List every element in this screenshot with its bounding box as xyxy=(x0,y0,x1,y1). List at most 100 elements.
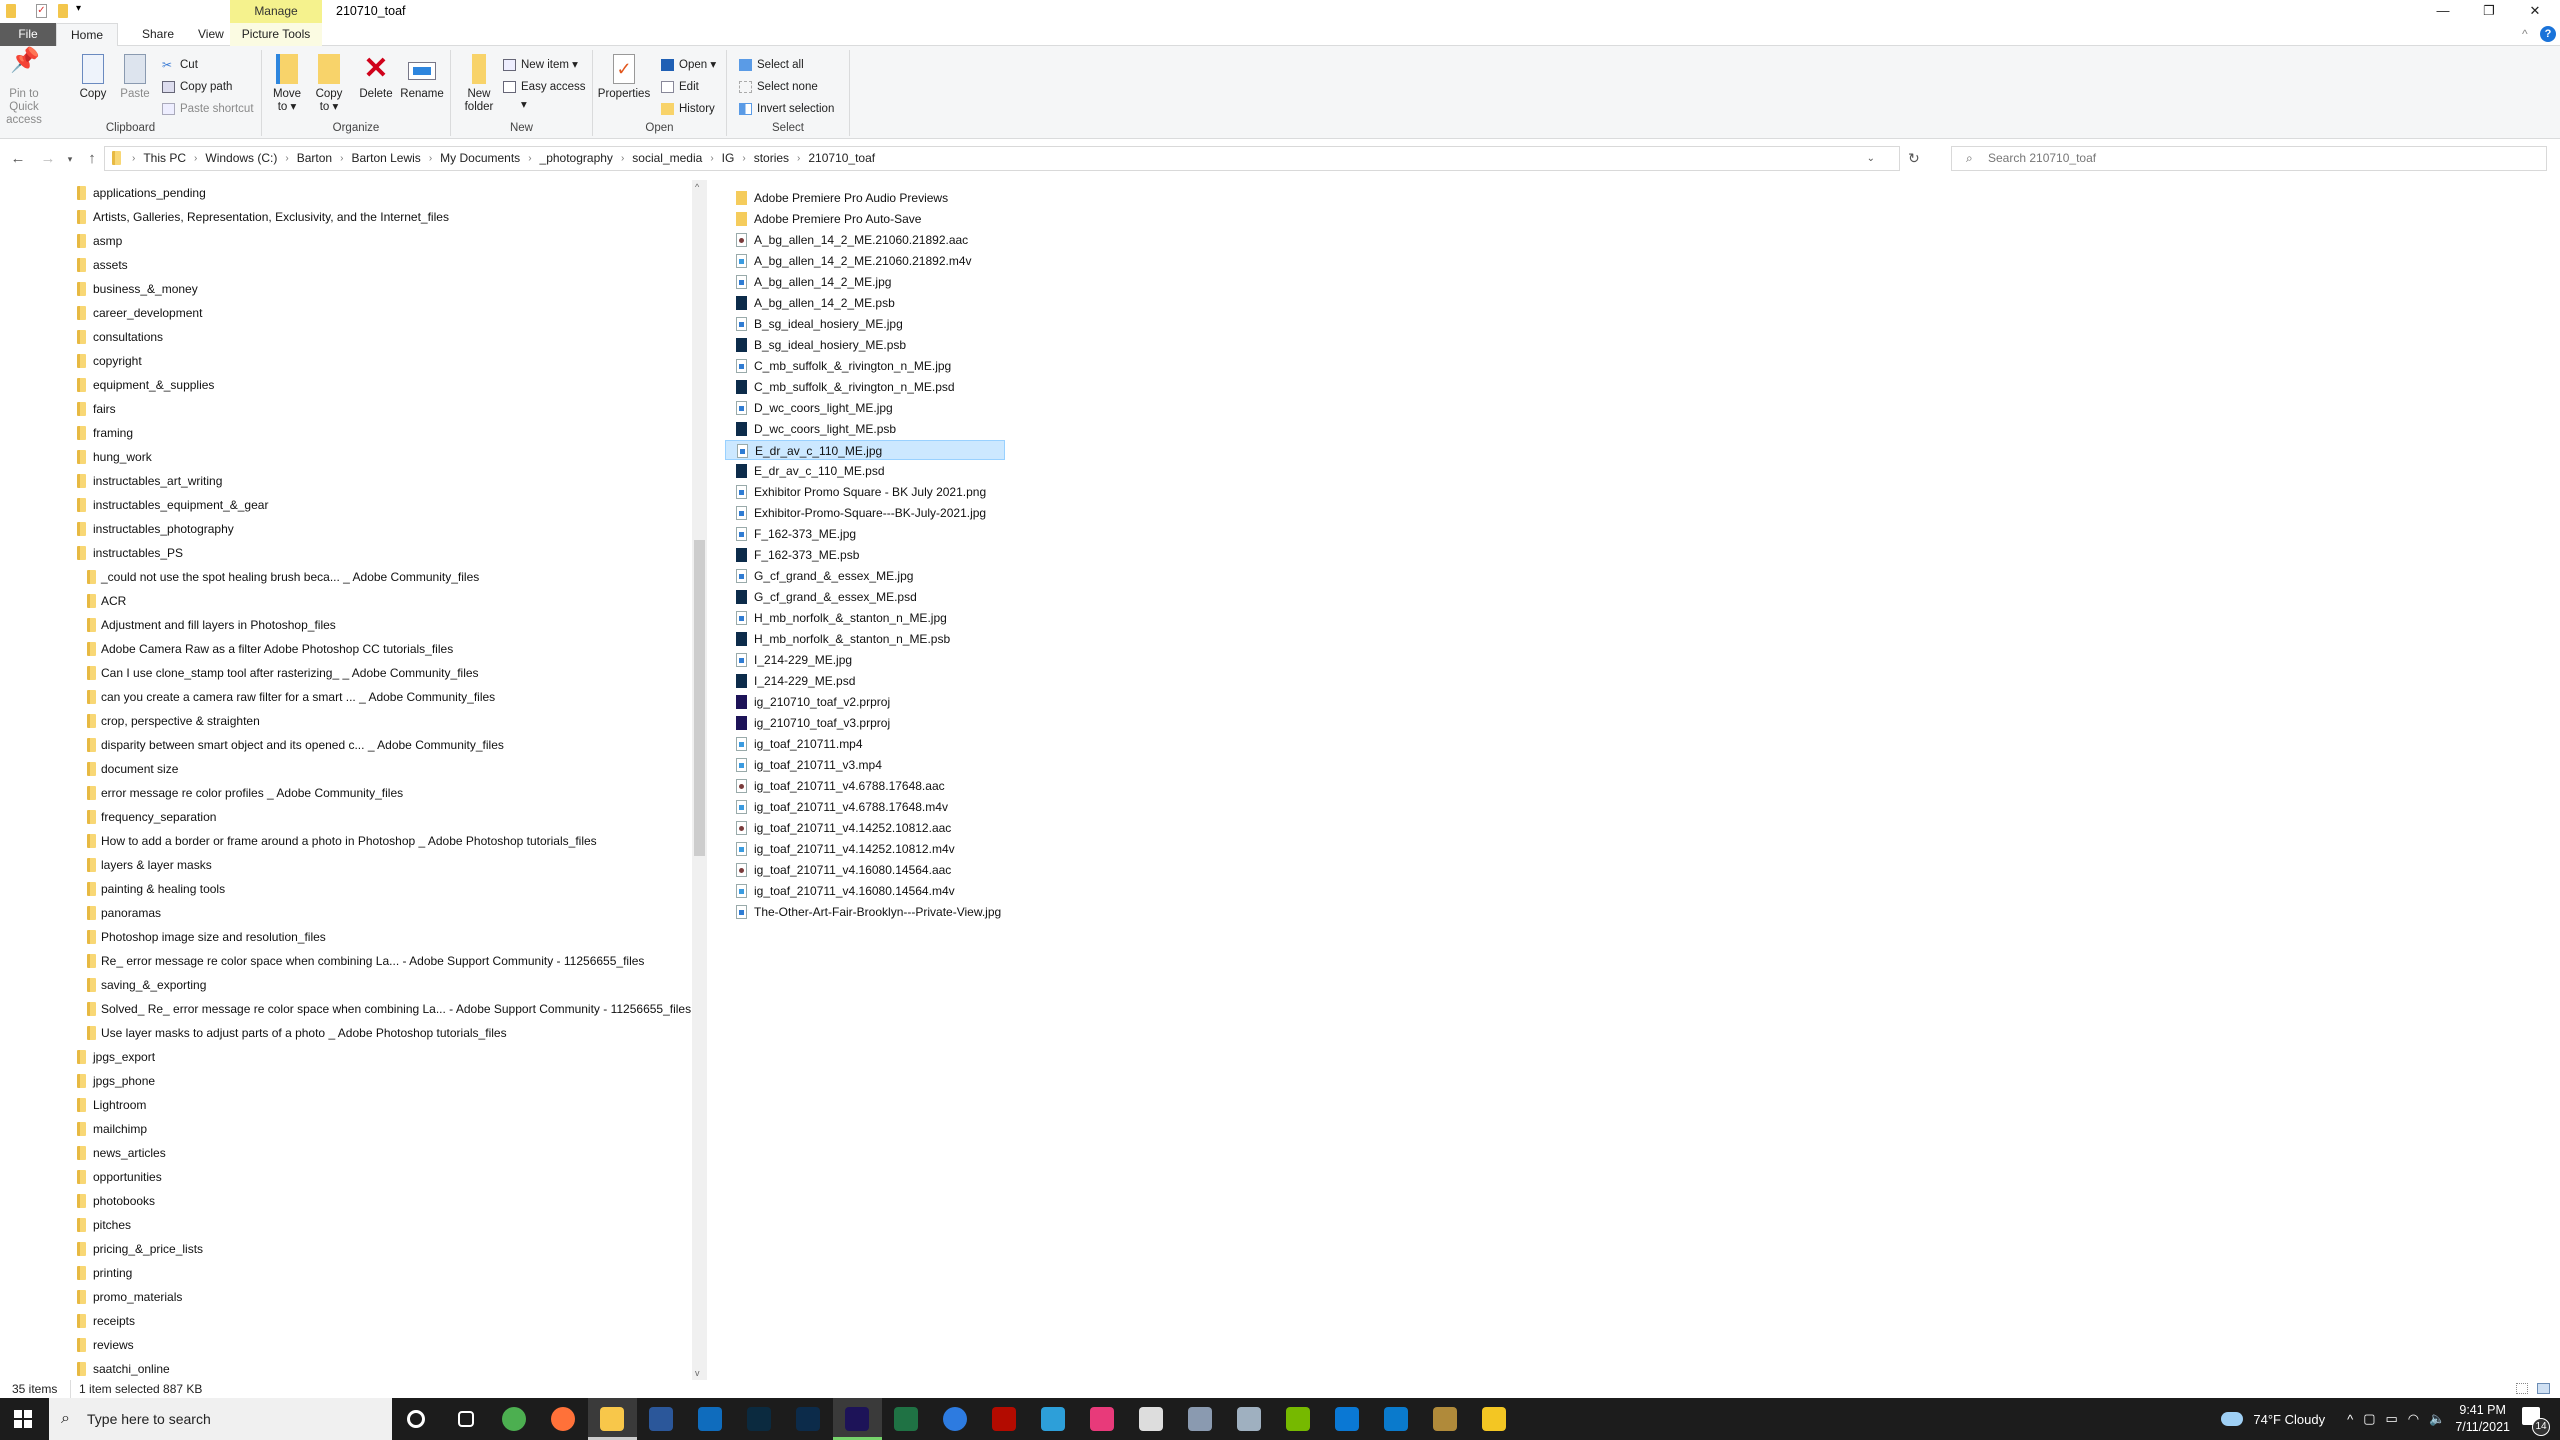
nav-tree-item[interactable]: receipts xyxy=(77,1310,135,1332)
file-list-item[interactable]: A_bg_allen_14_2_ME.jpg xyxy=(725,272,1005,292)
file-list-item[interactable]: G_cf_grand_&_essex_ME.jpg xyxy=(725,566,1005,586)
address-history-chevron-icon[interactable]: ⌄ xyxy=(1867,153,1875,164)
rename-button[interactable]: Rename xyxy=(400,54,444,101)
nav-tree-item[interactable]: How to add a border or frame around a ph… xyxy=(87,830,597,852)
nav-tree-item[interactable]: saatchi_online xyxy=(77,1358,170,1380)
history-button[interactable]: History xyxy=(661,100,715,118)
nav-tree-item[interactable]: Photoshop image size and resolution_file… xyxy=(87,926,326,948)
nav-tree-item[interactable]: error message re color profiles _ Adobe … xyxy=(87,782,403,804)
file-list-item[interactable]: G_cf_grand_&_essex_ME.psd xyxy=(725,587,1005,607)
meet-now-icon[interactable]: ▢ xyxy=(2363,1411,2375,1427)
brackets-icon[interactable] xyxy=(1041,1407,1065,1431)
cloud-weather-icon[interactable] xyxy=(2221,1412,2244,1426)
file-list-item[interactable]: ig_210710_toaf_v2.prproj xyxy=(725,692,1005,712)
nav-tree-item[interactable]: Use layer masks to adjust parts of a pho… xyxy=(87,1022,507,1044)
nav-tree-item[interactable]: applications_pending xyxy=(77,182,206,204)
scroll-down-icon[interactable]: v xyxy=(695,1368,700,1378)
maximize-button[interactable]: ❐ xyxy=(2466,0,2512,23)
file-list-item[interactable]: D_wc_coors_light_ME.jpg xyxy=(725,398,1005,418)
clock[interactable]: 9:41 PM 7/11/2021 xyxy=(2455,1402,2510,1436)
nav-tree-item[interactable]: fairs xyxy=(77,398,116,420)
file-list-item[interactable]: ig_toaf_210711_v4.14252.10812.m4v xyxy=(725,839,1005,859)
select-none-button[interactable]: Select none xyxy=(739,78,818,96)
breadcrumb-item[interactable]: Windows (C:) xyxy=(200,151,282,166)
nav-tree-item[interactable]: consultations xyxy=(77,326,163,348)
forward-arrow-icon[interactable]: → xyxy=(38,149,58,169)
properties-quick-icon[interactable]: ✓ xyxy=(36,4,47,18)
move-to-button[interactable]: Move to ▾ xyxy=(270,54,304,114)
file-list-item[interactable]: ig_toaf_210711_v3.mp4 xyxy=(725,755,1005,775)
breadcrumb-item[interactable]: _photography xyxy=(535,151,618,166)
word-icon[interactable] xyxy=(649,1407,673,1431)
nec-display-icon[interactable] xyxy=(1139,1407,1163,1431)
breadcrumb-item[interactable]: Barton xyxy=(292,151,337,166)
file-explorer-icon[interactable] xyxy=(600,1407,624,1431)
nav-tree-item[interactable]: Adjustment and fill layers in Photoshop_… xyxy=(87,614,336,636)
file-list-item[interactable]: C_mb_suffolk_&_rivington_n_ME.jpg xyxy=(725,356,1005,376)
acrobat-icon[interactable] xyxy=(992,1407,1016,1431)
file-list-item[interactable]: Exhibitor-Promo-Square---BK-July-2021.jp… xyxy=(725,503,1005,523)
collapse-ribbon-icon[interactable]: ^ xyxy=(2522,27,2528,41)
creative-cloud-icon[interactable] xyxy=(1090,1407,1114,1431)
file-list-item[interactable]: ig_toaf_210711_v4.6788.17648.m4v xyxy=(725,797,1005,817)
nav-tree-item[interactable]: hung_work xyxy=(77,446,152,468)
nav-tree-item[interactable]: instructables_equipment_&_gear xyxy=(77,494,268,516)
nav-tree-item[interactable]: can you create a camera raw filter for a… xyxy=(87,686,495,708)
breadcrumb-separator-icon[interactable]: › xyxy=(794,151,803,166)
nav-tree-item[interactable]: Solved_ Re_ error message re color space… xyxy=(87,998,691,1020)
scrollbar-thumb[interactable] xyxy=(694,540,705,856)
nav-tree-item[interactable]: career_development xyxy=(77,302,202,324)
app-pina-colada-icon[interactable] xyxy=(1433,1407,1457,1431)
breadcrumb-separator-icon[interactable]: › xyxy=(337,151,346,166)
app-script-icon[interactable] xyxy=(1188,1407,1212,1431)
file-list-item[interactable]: A_bg_allen_14_2_ME.psb xyxy=(725,293,1005,313)
new-folder-button[interactable]: New folder xyxy=(459,54,499,114)
file-list-item[interactable]: H_mb_norfolk_&_stanton_n_ME.psb xyxy=(725,629,1005,649)
new-folder-quick-icon[interactable] xyxy=(58,4,68,18)
nav-tree-item[interactable]: asmp xyxy=(77,230,122,252)
file-list-item[interactable]: Adobe Premiere Pro Audio Previews xyxy=(725,188,1005,208)
nav-tree-item[interactable]: assets xyxy=(77,254,128,276)
taskbar-search-input[interactable]: ⌕ Type here to search xyxy=(49,1398,392,1440)
refresh-icon[interactable]: ↻ xyxy=(1908,150,1920,167)
app-i-icon[interactable] xyxy=(943,1407,967,1431)
tab-share[interactable]: Share xyxy=(128,23,188,46)
excel-icon[interactable] xyxy=(894,1407,918,1431)
outlook-icon[interactable] xyxy=(698,1407,722,1431)
open-button[interactable]: Open ▾ xyxy=(661,56,716,74)
breadcrumb-item[interactable]: This PC xyxy=(138,151,191,166)
file-list-item[interactable]: A_bg_allen_14_2_ME.21060.21892.m4v xyxy=(725,251,1005,271)
select-all-button[interactable]: Select all xyxy=(739,56,804,74)
delete-button[interactable]: ✕ Delete xyxy=(356,54,396,101)
recent-locations-chevron-icon[interactable]: ▾ xyxy=(60,149,80,169)
nav-tree-item[interactable]: jpgs_phone xyxy=(77,1070,155,1092)
scroll-up-icon[interactable]: ^ xyxy=(695,182,699,192)
nav-tree-item[interactable]: Adobe Camera Raw as a filter Adobe Photo… xyxy=(87,638,453,660)
close-button[interactable]: ✕ xyxy=(2512,0,2558,23)
breadcrumb-separator-icon[interactable]: › xyxy=(707,151,716,166)
volume-icon[interactable]: 🔈 xyxy=(2429,1411,2445,1427)
file-list-item[interactable]: The-Other-Art-Fair-Brooklyn---Private-Vi… xyxy=(725,902,1005,922)
nav-tree-item[interactable]: Can I use clone_stamp tool after rasteri… xyxy=(87,662,479,684)
file-list-item[interactable]: ig_toaf_210711_v4.14252.10812.aac xyxy=(725,818,1005,838)
nav-tree-item[interactable]: painting & healing tools xyxy=(87,878,225,900)
file-list-item[interactable]: E_dr_av_c_110_ME.psd xyxy=(725,461,1005,481)
power-battery-icon[interactable]: ▭ xyxy=(2385,1411,2397,1427)
nav-tree-item[interactable]: printing xyxy=(77,1262,132,1284)
file-list-item[interactable]: ig_210710_toaf_v3.prproj xyxy=(725,713,1005,733)
premiere-pro-icon[interactable] xyxy=(845,1407,869,1431)
customize-quick-access-icon[interactable]: ▾ xyxy=(76,3,81,14)
nav-tree-item[interactable]: panoramas xyxy=(87,902,161,924)
file-list-item[interactable]: B_sg_ideal_hosiery_ME.psb xyxy=(725,335,1005,355)
copy-to-button[interactable]: Copy to ▾ xyxy=(312,54,346,114)
chrome-icon[interactable] xyxy=(502,1407,526,1431)
tab-home[interactable]: Home xyxy=(56,23,119,46)
nvidia-icon[interactable] xyxy=(1286,1407,1310,1431)
breadcrumb-separator-icon[interactable]: › xyxy=(525,151,534,166)
breadcrumb-separator-icon[interactable]: › xyxy=(618,151,627,166)
breadcrumb-item[interactable]: Barton Lewis xyxy=(346,151,425,166)
breadcrumb-item[interactable]: social_media xyxy=(627,151,707,166)
nav-tree-item[interactable]: Lightroom xyxy=(77,1094,146,1116)
nav-tree-item[interactable]: Re_ error message re color space when co… xyxy=(87,950,644,972)
weather-text[interactable]: 74°F Cloudy xyxy=(2253,1412,2325,1427)
